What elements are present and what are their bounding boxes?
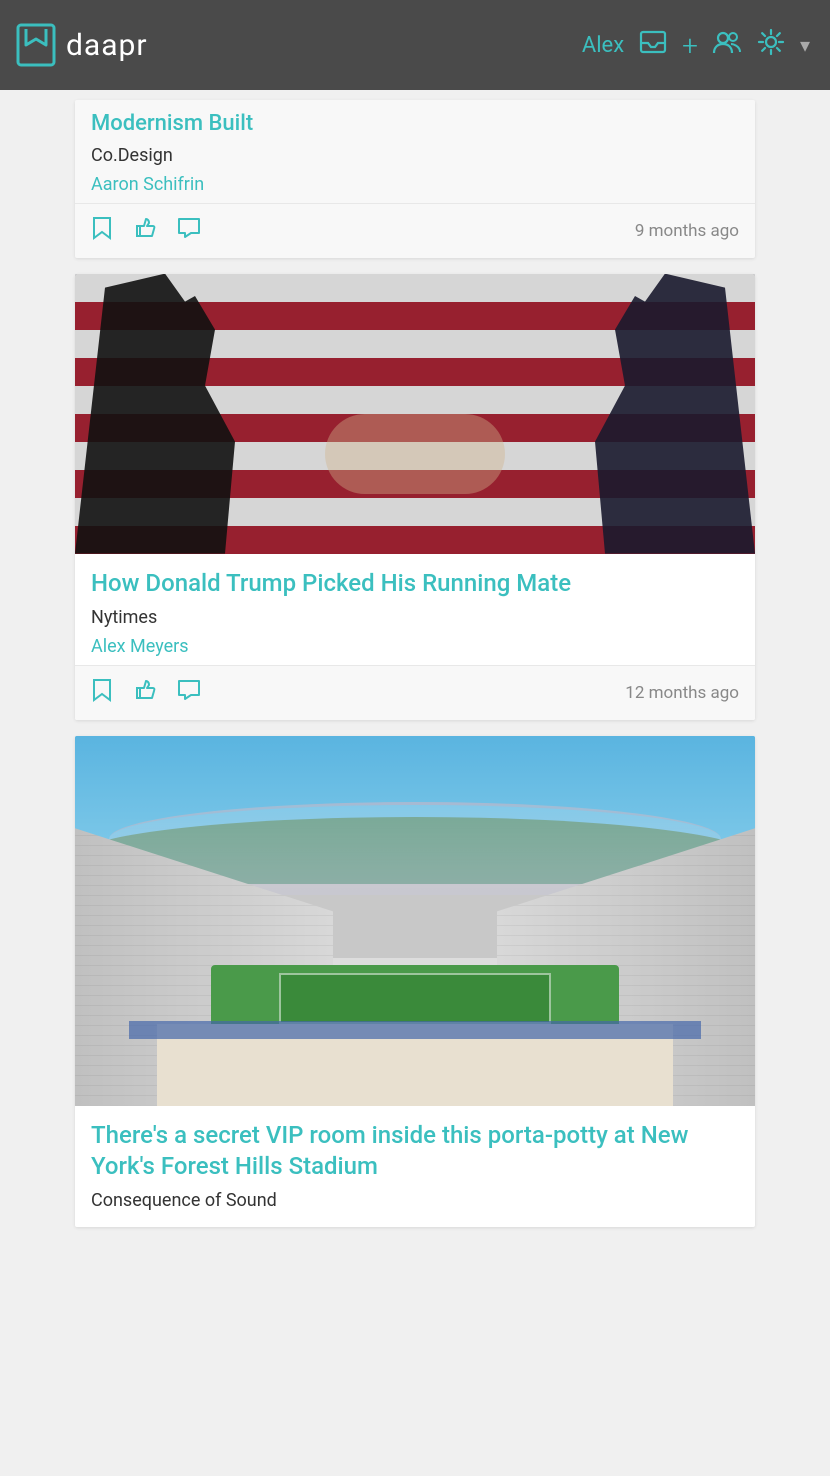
card-stadium: There's a secret VIP room inside this po… xyxy=(75,736,755,1227)
inbox-icon[interactable] xyxy=(638,27,668,64)
add-icon[interactable]: + xyxy=(682,29,698,62)
stadium-card-source: Consequence of Sound xyxy=(91,1190,739,1211)
trump-card-time: 12 months ago xyxy=(625,683,739,703)
settings-icon[interactable] xyxy=(756,27,786,64)
trump-card-image xyxy=(75,274,755,554)
logo-area[interactable]: daapr xyxy=(16,23,148,67)
card-partial-source: Co.Design xyxy=(91,145,739,166)
chevron-down-icon[interactable]: ▾ xyxy=(800,33,810,57)
card-partial-author[interactable]: Aaron Schifrin xyxy=(91,174,739,195)
stadium-card-image xyxy=(75,736,755,1106)
card-partial-time: 9 months ago xyxy=(635,221,739,241)
card-partial-title[interactable]: Modernism Built xyxy=(91,110,739,139)
card-partial-footer: 9 months ago xyxy=(75,203,755,258)
stadium-card-title[interactable]: There's a secret VIP room inside this po… xyxy=(91,1120,739,1182)
trump-card-source: Nytimes xyxy=(91,607,739,628)
users-icon[interactable] xyxy=(712,27,742,64)
trump-card-title[interactable]: How Donald Trump Picked His Running Mate xyxy=(91,568,739,599)
trump-card-footer: 12 months ago xyxy=(75,665,755,720)
stadium-card-body: There's a secret VIP room inside this po… xyxy=(75,1106,755,1227)
card-partial-actions xyxy=(91,216,201,246)
trump-card-body: How Donald Trump Picked His Running Mate… xyxy=(75,554,755,665)
card-partial: Modernism Built Co.Design Aaron Schifrin xyxy=(75,100,755,258)
like-icon[interactable] xyxy=(133,217,157,245)
logo-icon xyxy=(16,23,56,67)
trump-comment-icon[interactable] xyxy=(177,679,201,707)
card-partial-body: Modernism Built Co.Design Aaron Schifrin xyxy=(75,110,755,203)
trump-save-icon[interactable] xyxy=(91,678,113,708)
logo-text: daapr xyxy=(66,28,148,63)
header-nav: Alex + ▾ xyxy=(582,27,810,64)
header-username: Alex xyxy=(582,33,624,58)
trump-card-author[interactable]: Alex Meyers xyxy=(91,636,739,657)
trump-card-actions xyxy=(91,678,201,708)
app-header: daapr Alex + ▾ xyxy=(0,0,830,90)
save-icon[interactable] xyxy=(91,216,113,246)
card-trump: How Donald Trump Picked His Running Mate… xyxy=(75,274,755,720)
trump-like-icon[interactable] xyxy=(133,679,157,707)
main-content: Modernism Built Co.Design Aaron Schifrin xyxy=(0,90,830,1253)
comment-icon[interactable] xyxy=(177,217,201,245)
